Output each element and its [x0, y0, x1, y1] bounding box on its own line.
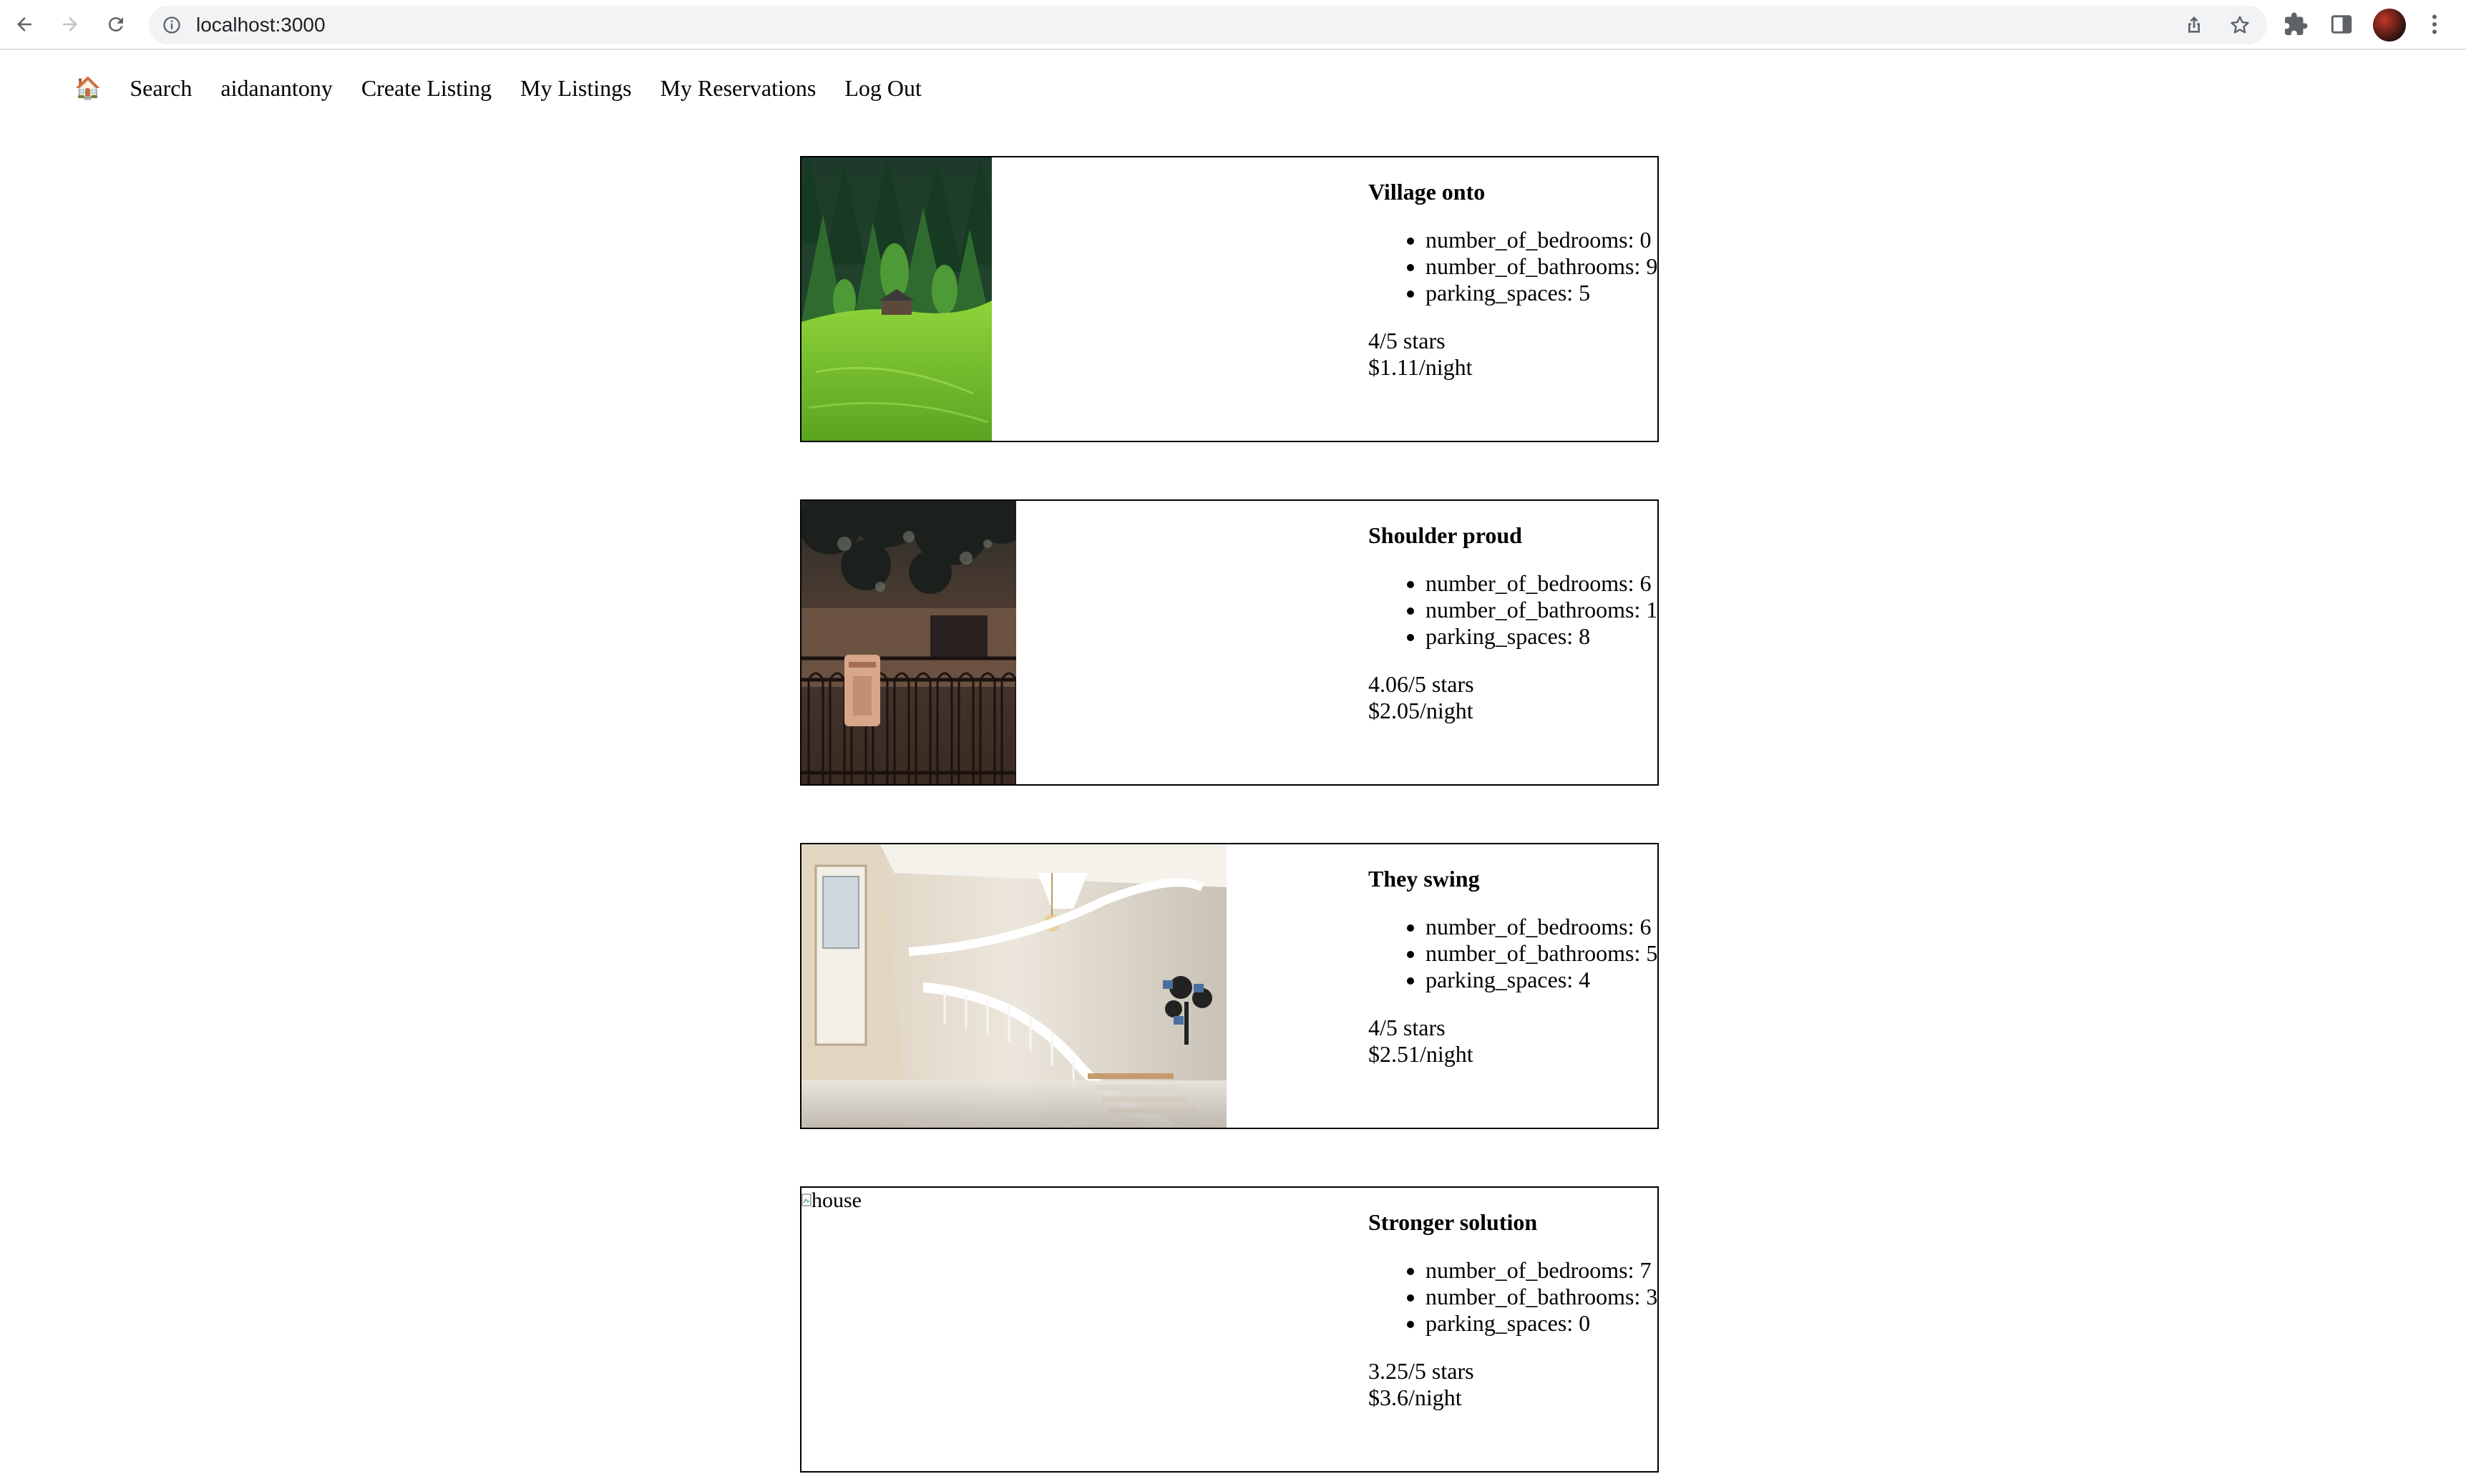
bedrooms-item: number_of_bedrooms: 7: [1425, 1257, 1657, 1284]
nav-my-listings-link[interactable]: My Listings: [520, 75, 632, 102]
parking-item: parking_spaces: 5: [1425, 280, 1657, 306]
nav-search-link[interactable]: Search: [130, 75, 192, 102]
forward-button[interactable]: [54, 9, 86, 40]
listing-features: number_of_bedrooms: 6 number_of_bathroom…: [1368, 570, 1657, 650]
listing-card[interactable]: Shoulder proud number_of_bedrooms: 6 num…: [800, 499, 1659, 786]
listing-features: number_of_bedrooms: 7 number_of_bathroom…: [1368, 1257, 1657, 1337]
listing-details: Shoulder proud number_of_bedrooms: 6 num…: [1368, 501, 1657, 724]
listing-features: number_of_bedrooms: 0 number_of_bathroom…: [1368, 227, 1657, 306]
info-icon[interactable]: [162, 15, 182, 35]
home-icon[interactable]: 🏠: [74, 76, 101, 101]
bathrooms-item: number_of_bathrooms: 3: [1425, 1284, 1657, 1310]
parking-item: parking_spaces: 0: [1425, 1310, 1657, 1337]
side-panel-icon[interactable]: [2329, 11, 2354, 37]
listing-rating: 3.25/5 stars: [1368, 1358, 1474, 1384]
image-alt-text: house: [812, 1188, 862, 1212]
listing-price: $1.11/night: [1368, 354, 1473, 380]
listing-price: $2.51/night: [1368, 1041, 1473, 1067]
browser-toolbar: localhost:3000: [0, 0, 2466, 50]
forest-hillside-cabin-photo: [801, 157, 992, 441]
listing-features: number_of_bedrooms: 6 number_of_bathroom…: [1368, 914, 1657, 993]
listing-title: They swing: [1368, 866, 1480, 892]
listing-details: They swing number_of_bedrooms: 6 number_…: [1368, 844, 1657, 1068]
listing-card[interactable]: They swing number_of_bedrooms: 6 number_…: [800, 843, 1659, 1129]
bedrooms-item: number_of_bedrooms: 6: [1425, 914, 1657, 940]
interior-staircase-photo: [801, 844, 1227, 1128]
broken-image-icon: [801, 1193, 812, 1206]
address-bar[interactable]: localhost:3000: [149, 6, 2267, 44]
more-options-icon[interactable]: [2422, 11, 2447, 37]
listing-title: Stronger solution: [1368, 1209, 1538, 1235]
listing-title: Village onto: [1368, 179, 1486, 205]
back-button[interactable]: [9, 9, 40, 40]
bathrooms-item: number_of_bathrooms: 9: [1425, 253, 1657, 280]
nav-my-reservations-link[interactable]: My Reservations: [661, 75, 817, 102]
site-nav: 🏠 Search aidanantony Create Listing My L…: [74, 70, 922, 106]
share-icon[interactable]: [2183, 14, 2206, 36]
arrow-right-icon: [63, 17, 77, 31]
listing-photo: [801, 501, 1016, 784]
reload-icon: [108, 17, 123, 32]
listing-details: Village onto number_of_bedrooms: 0 numbe…: [1368, 157, 1657, 381]
listing-photo: [801, 844, 1227, 1128]
listing-card[interactable]: Village onto number_of_bedrooms: 0 numbe…: [800, 156, 1659, 442]
broken-image-placeholder: house: [801, 1188, 862, 1214]
nav-log-out-link[interactable]: Log Out: [844, 75, 922, 102]
listing-title: Shoulder proud: [1368, 522, 1522, 548]
listing-price: $3.6/night: [1368, 1385, 1462, 1410]
nav-create-listing-link[interactable]: Create Listing: [361, 75, 492, 102]
bathrooms-item: number_of_bathrooms: 1: [1425, 597, 1657, 623]
listing-photo: [801, 157, 992, 441]
bathrooms-item: number_of_bathrooms: 5: [1425, 940, 1657, 967]
arrow-left-icon: [17, 17, 31, 31]
bedrooms-item: number_of_bedrooms: 0: [1425, 227, 1657, 253]
nav-username-link[interactable]: aidanantony: [220, 75, 332, 102]
reload-button[interactable]: [100, 9, 132, 40]
parking-item: parking_spaces: 4: [1425, 967, 1657, 993]
bookmark-star-icon[interactable]: [2228, 14, 2251, 36]
listing-price: $2.05/night: [1368, 698, 1473, 723]
iron-gate-mailbox-photo: [801, 501, 1016, 784]
listing-rating: 4/5 stars: [1368, 328, 1446, 353]
listing-rating: 4.06/5 stars: [1368, 671, 1474, 697]
listing-details: Stronger solution number_of_bedrooms: 7 …: [1368, 1188, 1657, 1411]
parking-item: parking_spaces: 8: [1425, 623, 1657, 650]
listing-card[interactable]: house Stronger solution number_of_bedroo…: [800, 1186, 1659, 1473]
bedrooms-item: number_of_bedrooms: 6: [1425, 570, 1657, 597]
profile-avatar[interactable]: [2373, 9, 2406, 42]
listing-rating: 4/5 stars: [1368, 1015, 1446, 1040]
url-text[interactable]: localhost:3000: [196, 6, 326, 44]
extensions-puzzle-icon[interactable]: [2283, 11, 2309, 37]
